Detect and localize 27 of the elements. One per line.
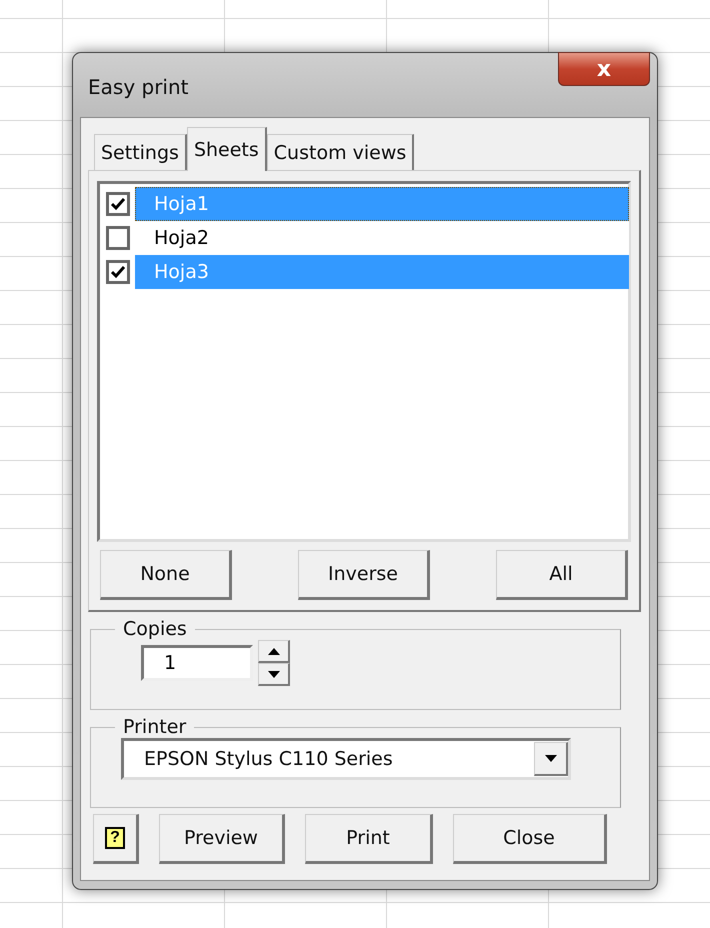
checkbox[interactable] xyxy=(106,192,130,216)
dialog-button[interactable]: Preview xyxy=(159,814,285,864)
up-arrow-icon xyxy=(268,648,280,654)
window-close-button[interactable]: x xyxy=(558,52,650,86)
selection-button[interactable]: Inverse xyxy=(298,550,430,600)
caret-icon xyxy=(544,755,556,762)
checkbox[interactable] xyxy=(106,260,130,284)
help-button[interactable]: ? xyxy=(93,814,139,864)
down-arrow-icon xyxy=(268,670,280,678)
selection-button[interactable]: None xyxy=(100,550,232,600)
printer-dropdown[interactable]: EPSON Stylus C110 Series xyxy=(121,738,571,780)
checkbox[interactable] xyxy=(106,226,130,250)
group-label: Copies xyxy=(122,618,188,640)
tab[interactable]: Settings xyxy=(94,134,187,170)
spin-up-button[interactable] xyxy=(258,640,290,663)
tab[interactable]: Sheets xyxy=(186,127,267,171)
checkmark-icon xyxy=(111,266,125,278)
copies-field[interactable]: 1 xyxy=(141,645,253,681)
tab[interactable]: Custom views xyxy=(266,134,414,170)
checkmark-icon xyxy=(111,198,125,210)
group-label: Printer xyxy=(122,716,188,738)
spin-down-button[interactable] xyxy=(258,663,290,686)
dropdown-button[interactable] xyxy=(534,742,568,776)
dialog-button[interactable]: Print xyxy=(305,814,433,864)
dialog-button[interactable]: Close xyxy=(453,814,607,864)
window-title: Easy print xyxy=(88,75,188,99)
selection-button[interactable]: All xyxy=(496,550,628,600)
